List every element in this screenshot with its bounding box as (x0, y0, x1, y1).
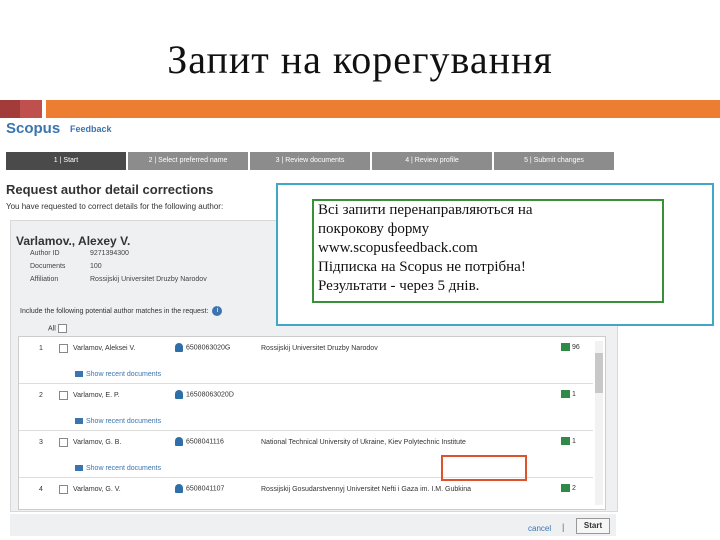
match-affiliation: Rossijskij Universitet Druzby Narodov (261, 345, 378, 352)
row-number: 1 (39, 345, 43, 352)
callout-text-box: Всі запити перенаправляються на покроков… (312, 199, 664, 303)
author-id-value: 9271394300 (90, 250, 129, 257)
list-scrollbar[interactable] (595, 341, 603, 505)
match-docs-count: 96 (572, 343, 580, 351)
match-docs-count: 2 (572, 484, 576, 492)
show-recent-link[interactable]: Show recent documents (75, 465, 161, 472)
scopus-logo: Scopus (6, 120, 61, 137)
match-docs[interactable]: 2 (561, 484, 576, 492)
row-number: 3 (39, 439, 43, 446)
person-icon (175, 437, 183, 446)
match-id[interactable]: 16508063020D (175, 390, 234, 399)
table-row: 2 Varlamov, E. P. 16508063020D 1 Show re… (19, 384, 593, 431)
match-id-text: 6508063020G (186, 344, 231, 352)
author-name: Varlamov., Alexey V. (16, 234, 131, 248)
match-name: Varlamov, Aleksei V. (73, 345, 136, 352)
show-recent-text: Show recent documents (86, 371, 162, 378)
match-id[interactable]: 6508063020G (175, 343, 230, 352)
person-icon (175, 343, 183, 352)
match-docs-count: 1 (572, 390, 576, 398)
select-all-label: All (48, 325, 56, 333)
documents-link-icon (75, 465, 83, 472)
author-docs-row: Documents 100 (30, 263, 102, 270)
row-checkbox[interactable] (59, 438, 68, 447)
documents-link-icon (75, 418, 83, 425)
person-icon (175, 390, 183, 399)
match-affiliation: National Technical University of Ukraine… (261, 439, 466, 446)
documents-icon (561, 343, 570, 351)
table-row: 1 Varlamov, Aleksei V. 6508063020G Rossi… (19, 337, 593, 384)
start-button[interactable]: Start (576, 518, 610, 534)
callout-line: Всі запити перенаправляються на (318, 202, 533, 218)
documents-link-icon (75, 371, 83, 378)
action-bar (10, 514, 616, 536)
person-icon (175, 484, 183, 493)
callout-line: Результати - через 5 днів. (318, 278, 480, 294)
match-docs[interactable]: 1 (561, 390, 576, 398)
feedback-label: Feedback (70, 124, 112, 134)
cancel-link[interactable]: cancel (528, 524, 551, 533)
author-docs-value: 100 (90, 263, 102, 270)
show-recent-text: Show recent documents (86, 465, 162, 472)
documents-icon (561, 437, 570, 445)
page-subtitle: You have requested to correct details fo… (6, 202, 224, 211)
row-number: 2 (39, 392, 43, 399)
row-checkbox[interactable] (59, 485, 68, 494)
deco-square-dark (0, 100, 20, 118)
author-docs-label: Documents (30, 263, 66, 270)
action-separator: | (562, 522, 565, 532)
step-start[interactable]: 1 | Start (6, 152, 126, 170)
highlight-box (441, 455, 527, 481)
slide-title: Запит на корегування (167, 37, 553, 82)
show-recent-text: Show recent documents (86, 418, 162, 425)
row-checkbox[interactable] (59, 391, 68, 400)
match-name: Varlamov, E. P. (73, 392, 120, 399)
show-recent-link[interactable]: Show recent documents (75, 371, 161, 378)
select-all-checkbox[interactable] (57, 324, 67, 333)
step-submit-changes[interactable]: 5 | Submit changes (494, 152, 614, 170)
row-checkbox[interactable] (59, 344, 68, 353)
author-id-label: Author ID (30, 250, 60, 257)
callout-line: Підписка на Scopus не потрібна! (318, 259, 526, 275)
callout-popup: Всі запити перенаправляються на покроков… (276, 183, 714, 326)
author-aff-value: Rossijskij Universitet Druzby Narodov (90, 276, 207, 283)
wizard-steps: 1 | Start 2 | Select preferred name 3 | … (6, 152, 616, 170)
include-matches-text: Include the following potential author m… (20, 307, 209, 315)
scrollbar-thumb[interactable] (595, 353, 603, 393)
match-docs-count: 1 (572, 437, 576, 445)
author-aff-row: Affiliation Rossijskij Universitet Druzb… (30, 276, 207, 283)
match-name: Varlamov, G. V. (73, 486, 121, 493)
match-id-text: 6508041116 (186, 438, 224, 446)
documents-icon (561, 484, 570, 492)
match-id[interactable]: 6508041107 (175, 484, 224, 493)
deco-orange-bar (46, 100, 720, 118)
author-id-row: Author ID 9271394300 (30, 250, 129, 257)
step-select-name[interactable]: 2 | Select preferred name (128, 152, 248, 170)
include-matches-row: Include the following potential author m… (20, 306, 223, 316)
info-icon[interactable]: i (212, 306, 223, 316)
documents-icon (561, 390, 570, 398)
callout-line: покрокову форму (318, 221, 430, 237)
callout-line: www.scopusfeedback.com (318, 240, 478, 256)
author-aff-label: Affiliation (30, 276, 59, 283)
match-affiliation: Rossijskij Gosudarstvennyj Universitet N… (261, 486, 472, 493)
step-review-profile[interactable]: 4 | Review profile (372, 152, 492, 170)
match-name: Varlamov, G. B. (73, 439, 122, 446)
step-review-documents[interactable]: 3 | Review documents (250, 152, 370, 170)
match-id-text: 6508041107 (186, 485, 225, 493)
page-title: Request author detail corrections (6, 182, 214, 197)
match-id[interactable]: 6508041116 (175, 437, 224, 446)
match-docs[interactable]: 96 (561, 343, 580, 351)
matches-list: 1 Varlamov, Aleksei V. 6508063020G Rossi… (18, 336, 606, 510)
select-all-row: All (48, 324, 67, 333)
row-number: 4 (39, 486, 43, 493)
match-id-text: 16508063020D (186, 391, 234, 399)
match-docs[interactable]: 1 (561, 437, 576, 445)
scopus-screenshot: Scopus Feedback 1 | Start 2 | Select pre… (0, 118, 620, 540)
show-recent-link[interactable]: Show recent documents (75, 418, 161, 425)
